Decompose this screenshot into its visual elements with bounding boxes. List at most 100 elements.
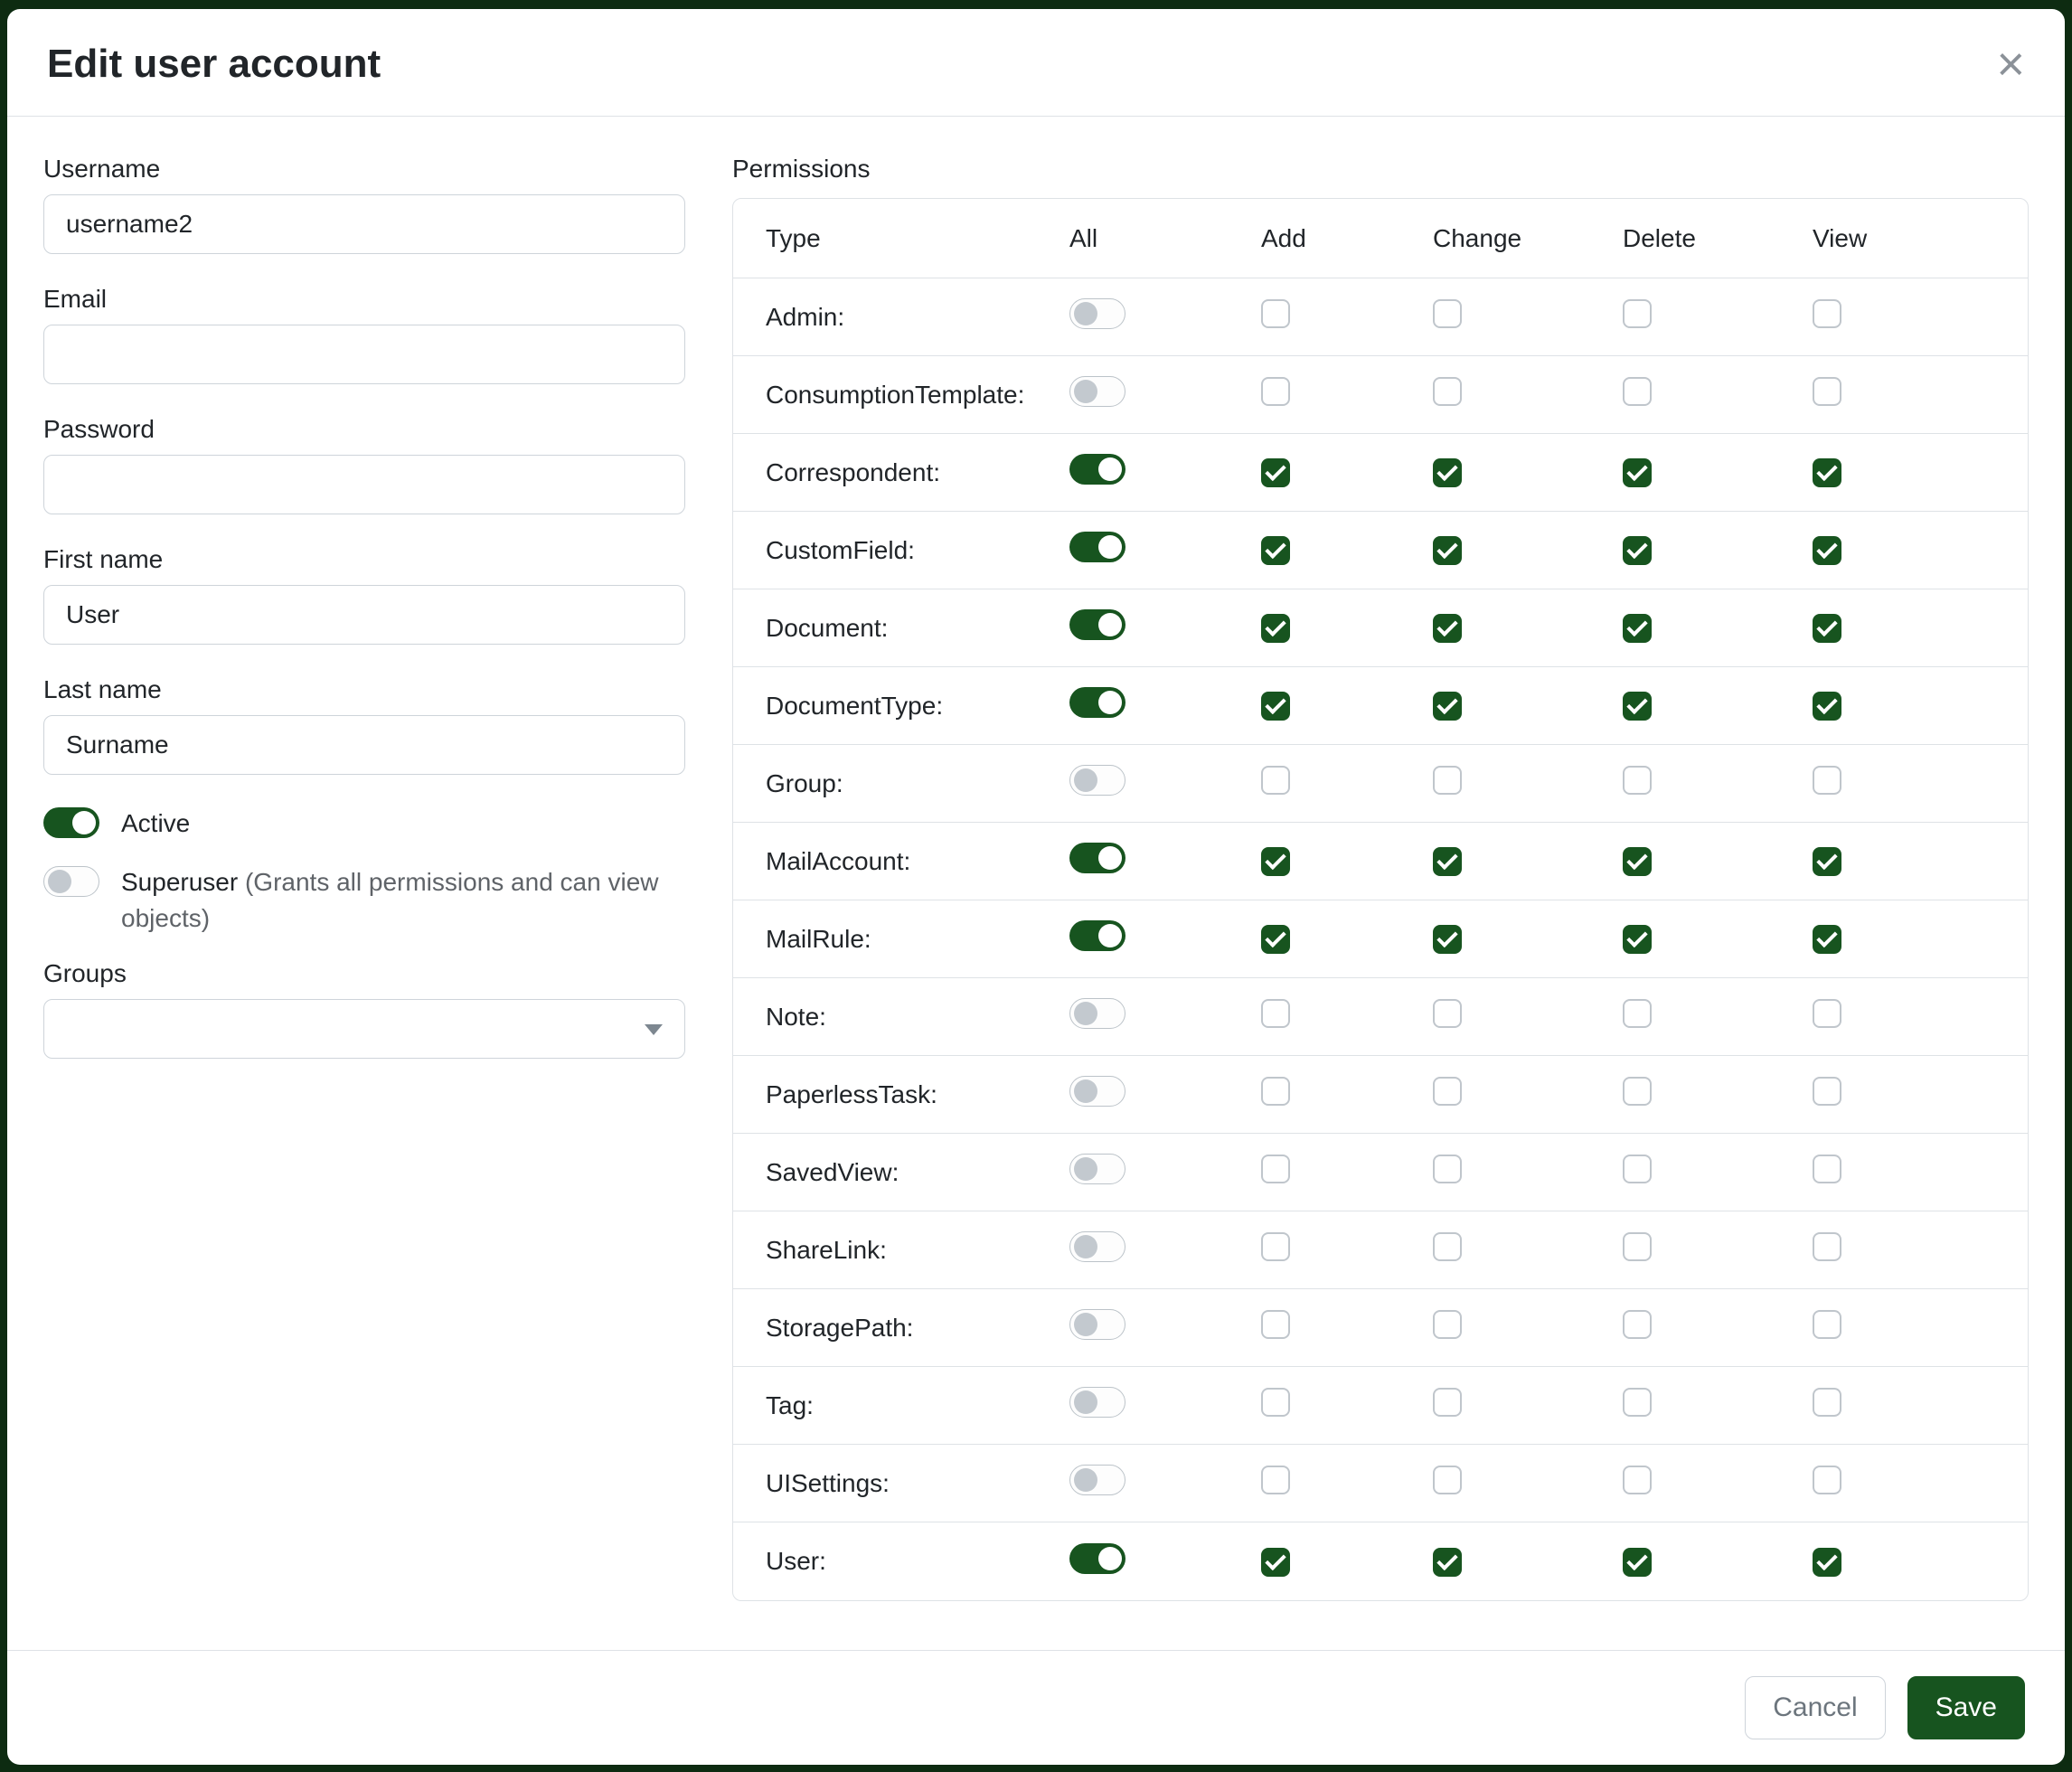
permission-change-checkbox[interactable] bbox=[1433, 1310, 1462, 1339]
permission-all-toggle[interactable] bbox=[1069, 532, 1125, 562]
permission-view-checkbox[interactable] bbox=[1813, 458, 1841, 487]
save-button[interactable]: Save bbox=[1907, 1676, 2025, 1739]
permission-add-checkbox[interactable] bbox=[1261, 536, 1290, 565]
permission-all-toggle[interactable] bbox=[1069, 609, 1125, 640]
permission-change-checkbox[interactable] bbox=[1433, 692, 1462, 721]
permission-all-toggle[interactable] bbox=[1069, 1309, 1125, 1340]
permission-delete-checkbox[interactable] bbox=[1623, 377, 1652, 406]
permission-change-checkbox[interactable] bbox=[1433, 925, 1462, 954]
permission-change-checkbox[interactable] bbox=[1433, 847, 1462, 876]
close-icon[interactable]: × bbox=[1996, 40, 2025, 89]
email-input[interactable] bbox=[43, 325, 685, 384]
permission-view-checkbox[interactable] bbox=[1813, 299, 1841, 328]
permission-delete-checkbox[interactable] bbox=[1623, 1232, 1652, 1261]
permission-view-checkbox[interactable] bbox=[1813, 614, 1841, 643]
permission-view-checkbox[interactable] bbox=[1813, 1155, 1841, 1183]
permission-change-checkbox[interactable] bbox=[1433, 1388, 1462, 1417]
permission-all-toggle[interactable] bbox=[1069, 687, 1125, 718]
permission-all-toggle[interactable] bbox=[1069, 1076, 1125, 1107]
permission-delete-checkbox[interactable] bbox=[1623, 299, 1652, 328]
permission-add-checkbox[interactable] bbox=[1261, 1155, 1290, 1183]
permission-all-toggle[interactable] bbox=[1069, 1387, 1125, 1418]
toggle-knob bbox=[1074, 1002, 1097, 1025]
permission-delete-checkbox[interactable] bbox=[1623, 1466, 1652, 1494]
permission-add-checkbox[interactable] bbox=[1261, 692, 1290, 721]
permission-change-checkbox[interactable] bbox=[1433, 458, 1462, 487]
permission-change-checkbox[interactable] bbox=[1433, 1077, 1462, 1106]
permission-change-checkbox[interactable] bbox=[1433, 1232, 1462, 1261]
permission-add-checkbox[interactable] bbox=[1261, 1388, 1290, 1417]
permission-all-toggle[interactable] bbox=[1069, 376, 1125, 407]
permission-add-checkbox[interactable] bbox=[1261, 999, 1290, 1028]
permission-add-checkbox[interactable] bbox=[1261, 458, 1290, 487]
permission-all-toggle[interactable] bbox=[1069, 843, 1125, 873]
permission-delete-checkbox[interactable] bbox=[1623, 458, 1652, 487]
permission-delete-checkbox[interactable] bbox=[1623, 536, 1652, 565]
permission-view-checkbox[interactable] bbox=[1813, 1548, 1841, 1577]
permission-delete-checkbox[interactable] bbox=[1623, 1388, 1652, 1417]
permission-add-checkbox[interactable] bbox=[1261, 1232, 1290, 1261]
active-toggle[interactable] bbox=[43, 807, 99, 838]
cancel-button[interactable]: Cancel bbox=[1745, 1676, 1885, 1739]
permission-view-checkbox[interactable] bbox=[1813, 847, 1841, 876]
permission-change-checkbox[interactable] bbox=[1433, 1155, 1462, 1183]
permission-change-checkbox[interactable] bbox=[1433, 766, 1462, 795]
permission-delete-checkbox[interactable] bbox=[1623, 614, 1652, 643]
permission-all-toggle[interactable] bbox=[1069, 1543, 1125, 1574]
permission-all-toggle[interactable] bbox=[1069, 920, 1125, 951]
permission-all-toggle[interactable] bbox=[1069, 1154, 1125, 1184]
permission-view-checkbox[interactable] bbox=[1813, 1310, 1841, 1339]
permission-all-toggle[interactable] bbox=[1069, 998, 1125, 1029]
permission-add-checkbox[interactable] bbox=[1261, 614, 1290, 643]
permission-add-checkbox[interactable] bbox=[1261, 1548, 1290, 1577]
permission-delete-checkbox[interactable] bbox=[1623, 1155, 1652, 1183]
permission-add-checkbox[interactable] bbox=[1261, 925, 1290, 954]
permission-add-checkbox[interactable] bbox=[1261, 1077, 1290, 1106]
permission-delete-checkbox[interactable] bbox=[1623, 925, 1652, 954]
groups-select[interactable] bbox=[43, 999, 685, 1059]
permission-view-checkbox[interactable] bbox=[1813, 692, 1841, 721]
permission-view-checkbox[interactable] bbox=[1813, 536, 1841, 565]
permission-delete-checkbox[interactable] bbox=[1623, 766, 1652, 795]
permission-change-checkbox[interactable] bbox=[1433, 377, 1462, 406]
permission-view-checkbox[interactable] bbox=[1813, 1077, 1841, 1106]
permission-change-checkbox[interactable] bbox=[1433, 299, 1462, 328]
superuser-toggle[interactable] bbox=[43, 866, 99, 897]
permission-change-checkbox[interactable] bbox=[1433, 1466, 1462, 1494]
permission-view-checkbox[interactable] bbox=[1813, 1232, 1841, 1261]
permission-row: Note: bbox=[733, 978, 2028, 1056]
username-input[interactable] bbox=[43, 194, 685, 254]
permission-delete-checkbox[interactable] bbox=[1623, 692, 1652, 721]
permission-add-checkbox[interactable] bbox=[1261, 377, 1290, 406]
permission-delete-checkbox[interactable] bbox=[1623, 1548, 1652, 1577]
permission-view-checkbox[interactable] bbox=[1813, 377, 1841, 406]
password-input[interactable] bbox=[43, 455, 685, 514]
permission-delete-checkbox[interactable] bbox=[1623, 847, 1652, 876]
permission-add-checkbox[interactable] bbox=[1261, 847, 1290, 876]
first-name-input[interactable] bbox=[43, 585, 685, 645]
permission-all-toggle[interactable] bbox=[1069, 298, 1125, 329]
permission-all-toggle[interactable] bbox=[1069, 1465, 1125, 1495]
modal-header: Edit user account × bbox=[7, 9, 2065, 117]
permission-delete-checkbox[interactable] bbox=[1623, 1077, 1652, 1106]
permission-delete-checkbox[interactable] bbox=[1623, 999, 1652, 1028]
permission-all-toggle[interactable] bbox=[1069, 454, 1125, 485]
permission-change-checkbox[interactable] bbox=[1433, 614, 1462, 643]
permission-view-checkbox[interactable] bbox=[1813, 766, 1841, 795]
permission-add-checkbox[interactable] bbox=[1261, 1310, 1290, 1339]
permission-all-toggle[interactable] bbox=[1069, 765, 1125, 796]
permission-change-checkbox[interactable] bbox=[1433, 999, 1462, 1028]
permission-view-checkbox[interactable] bbox=[1813, 925, 1841, 954]
permission-add-checkbox[interactable] bbox=[1261, 1466, 1290, 1494]
last-name-input[interactable] bbox=[43, 715, 685, 775]
permission-add-checkbox[interactable] bbox=[1261, 766, 1290, 795]
permission-change-checkbox[interactable] bbox=[1433, 1548, 1462, 1577]
permission-add-checkbox[interactable] bbox=[1261, 299, 1290, 328]
permission-view-checkbox[interactable] bbox=[1813, 1388, 1841, 1417]
toggle-knob bbox=[1074, 1157, 1097, 1181]
permission-delete-checkbox[interactable] bbox=[1623, 1310, 1652, 1339]
permission-change-checkbox[interactable] bbox=[1433, 536, 1462, 565]
permission-view-checkbox[interactable] bbox=[1813, 999, 1841, 1028]
permission-view-checkbox[interactable] bbox=[1813, 1466, 1841, 1494]
permission-all-toggle[interactable] bbox=[1069, 1231, 1125, 1262]
